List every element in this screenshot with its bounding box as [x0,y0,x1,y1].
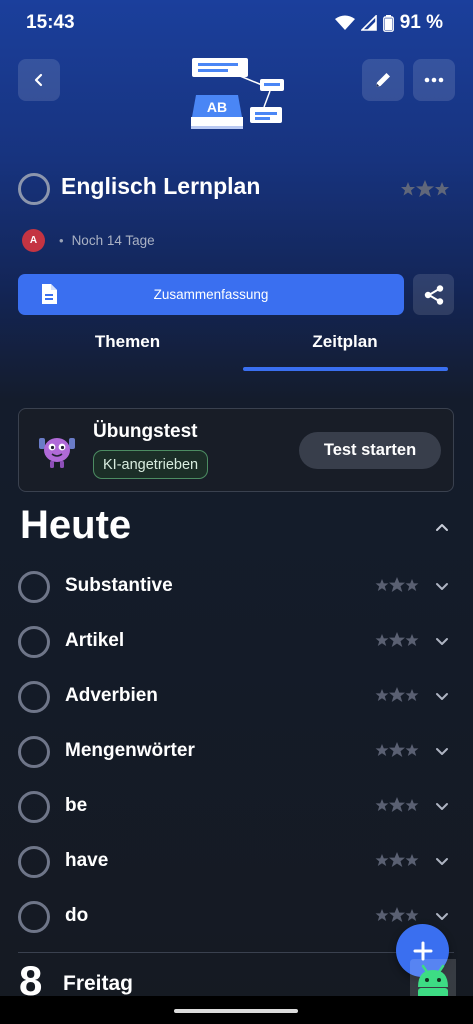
edit-button[interactable] [362,59,404,101]
topic-label: do [65,905,89,926]
hero-icon-text: AB [207,99,227,115]
topic-label: Adverbien [65,685,158,706]
plan-meta: A • Noch 14 Tage [22,228,155,252]
topic-label: Mengenwörter [65,740,195,761]
book-mindmap-icon: AB [191,58,284,129]
plan-title-row: Englisch Lernplan [18,170,458,208]
plan-complete-checkbox[interactable] [18,173,50,205]
topic-row[interactable]: do [18,897,458,937]
difficulty-stars-icon [401,180,449,197]
topic-row[interactable]: Mengenwörter [18,732,458,772]
separator-dot: • [59,232,64,248]
topic-checkbox[interactable] [18,626,50,658]
difficulty-stars-icon [375,577,419,600]
difficulty-stars-icon [375,797,419,820]
topic-label: have [65,850,109,871]
summary-label: Zusammenfassung [153,287,269,302]
difficulty-stars-icon [375,687,419,710]
topic-checkbox[interactable] [18,681,50,713]
difficulty-stars-icon [375,632,419,655]
topic-label: Artikel [65,630,125,651]
difficulty-stars-icon [375,852,419,875]
topic-row[interactable]: Substantive [18,567,458,607]
topic-row[interactable]: have [18,842,458,882]
document-icon [42,284,57,304]
avatar[interactable]: A [22,228,45,252]
summary-button[interactable]: Zusammenfassung [18,274,404,315]
topic-checkbox[interactable] [18,791,50,823]
status-time: 15:43 [26,12,75,33]
ai-badge: KI-angetrieben [93,450,209,479]
tab-zeitplan[interactable]: Zeitplan [243,332,447,352]
chevron-up-icon[interactable] [434,522,450,532]
back-arrow-icon [34,73,43,87]
topic-row[interactable]: Adverbien [18,677,458,717]
tab-themen[interactable]: Themen [60,332,195,352]
practice-test-title: Übungstest [93,421,198,442]
chevron-down-icon[interactable] [435,909,449,927]
topic-checkbox[interactable] [18,901,50,933]
battery-icon [382,14,394,32]
back-button[interactable] [18,59,60,101]
chevron-down-icon[interactable] [435,634,449,652]
mascot-icon [39,438,75,468]
home-gesture-handle[interactable] [174,1009,298,1013]
status-icons: 91 % [334,12,443,34]
chevron-down-icon[interactable] [435,579,449,597]
signal-icon [360,15,377,31]
chevron-down-icon[interactable] [435,689,449,707]
day-name: Freitag [63,972,134,995]
more-button[interactable] [413,59,455,101]
start-test-button[interactable]: Test starten [299,432,441,469]
topic-label: be [65,795,88,816]
topic-row[interactable]: be [18,787,458,827]
wifi-icon [334,15,355,30]
more-dots-icon [424,77,444,83]
share-button[interactable] [413,274,454,315]
due-text: Noch 14 Tage [71,232,155,248]
active-tab-indicator [243,367,448,371]
chevron-down-icon[interactable] [435,744,449,762]
topic-checkbox[interactable] [18,846,50,878]
page-title: Englisch Lernplan [61,173,261,199]
difficulty-stars-icon [375,742,419,765]
topic-label: Substantive [65,575,173,596]
chevron-down-icon[interactable] [435,854,449,872]
day-divider [18,952,454,953]
topic-row[interactable]: Artikel [18,622,458,662]
today-heading: Heute [20,503,132,547]
topic-checkbox[interactable] [18,736,50,768]
battery-percent: 91 % [399,12,443,33]
topic-checkbox[interactable] [18,571,50,603]
chevron-down-icon[interactable] [435,799,449,817]
status-bar: 15:43 91 % [0,0,473,46]
pencil-icon [376,73,390,87]
practice-test-card: Übungstest KI-angetrieben Test starten [18,408,454,492]
share-icon [424,284,443,305]
